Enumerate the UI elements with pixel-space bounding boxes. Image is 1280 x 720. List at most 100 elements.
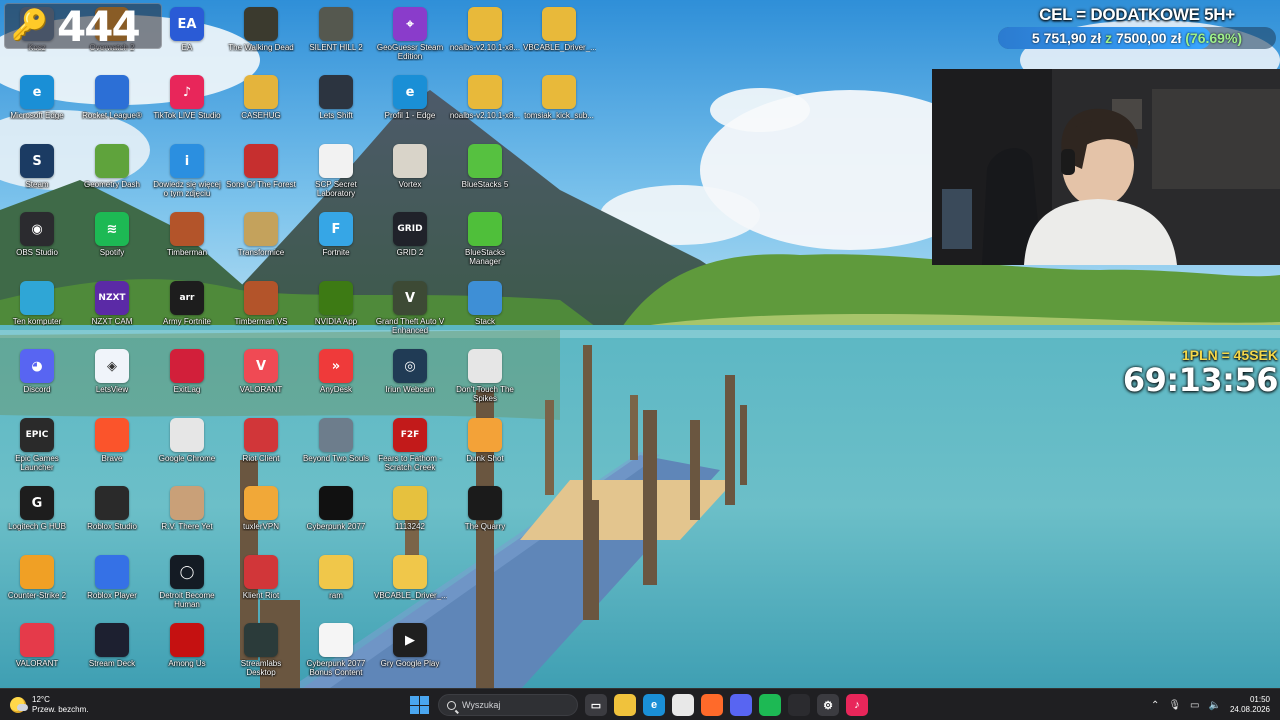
desktop-icon[interactable]: V VALORANT <box>224 346 298 412</box>
taskbar-app-obs[interactable] <box>788 694 810 716</box>
desktop-icon[interactable]: e Microsoft Edge <box>0 72 74 138</box>
desktop-icon[interactable]: Timberman VS <box>224 278 298 344</box>
network-icon[interactable]: ▭ <box>1190 700 1199 711</box>
desktop-icon[interactable]: Timberman <box>150 209 224 275</box>
app-icon <box>244 144 278 178</box>
windows-logo-tile <box>410 705 419 714</box>
desktop-icon[interactable]: VBCABLE_Driver_... <box>373 552 447 618</box>
desktop-icon[interactable]: ◯ Detroit Become Human <box>150 552 224 618</box>
taskbar-app-task-view[interactable]: ▭ <box>585 694 607 716</box>
chevron-up-icon[interactable]: ⌃ <box>1151 700 1159 711</box>
windows-logo-tile <box>420 696 429 705</box>
desktop-icon[interactable]: Dunk Shot <box>448 415 522 481</box>
desktop-icon[interactable]: VBCABLE_Driver_... <box>522 4 596 70</box>
taskbar-app-file-explorer[interactable] <box>614 694 636 716</box>
desktop-icon-label: Army Fortnite <box>162 317 211 326</box>
desktop-icon[interactable]: Vortex <box>373 141 447 207</box>
desktop-icon[interactable]: Brave <box>75 415 149 481</box>
desktop-icon[interactable]: ExitLag <box>150 346 224 412</box>
desktop-icon[interactable]: Counter-Strike 2 <box>0 552 74 618</box>
taskbar-app-settings[interactable]: ⚙ <box>817 694 839 716</box>
desktop-icon[interactable]: e Profil 1 - Edge <box>373 72 447 138</box>
clock-time: 01:50 <box>1249 695 1270 704</box>
desktop-icon-label: Epic Games Launcher <box>15 454 59 472</box>
app-icon <box>319 486 353 520</box>
desktop-icon[interactable]: Cyberpunk 2077 Bonus Content <box>299 620 373 686</box>
volume-icon[interactable]: 🔈 <box>1209 700 1221 711</box>
desktop-icon[interactable]: G Logitech G HUB <box>0 483 74 549</box>
desktop-icon[interactable]: Don't Touch The Spikes <box>448 346 522 412</box>
desktop-icon[interactable]: Klient Riot <box>224 552 298 618</box>
desktop-icon[interactable]: Roblox Studio <box>75 483 149 549</box>
taskbar-app-edge[interactable]: e <box>643 694 665 716</box>
taskbar-app-spotify[interactable] <box>759 694 781 716</box>
desktop-icon[interactable]: 1113242 <box>373 483 447 549</box>
desktop-icon[interactable]: SILENT HILL 2 <box>299 4 373 70</box>
desktop-icon[interactable]: arr Army Fortnite <box>150 278 224 344</box>
start-button[interactable] <box>407 693 431 717</box>
desktop-icon[interactable]: Transformice <box>224 209 298 275</box>
taskbar-search-box[interactable]: Wyszukaj <box>438 694 578 716</box>
system-tray: ⌃ 🎙 ▭ 🔈 01:50 24.08.2026 <box>1151 693 1270 717</box>
desktop-icon[interactable]: F Fortnite <box>299 209 373 275</box>
desktop-icon[interactable]: ♪ TikTok LIVE Studio <box>150 72 224 138</box>
desktop-icon[interactable]: Stack <box>448 278 522 344</box>
desktop-icon[interactable]: NZXT NZXT CAM <box>75 278 149 344</box>
desktop-icon[interactable]: EPIC Epic Games Launcher <box>0 415 74 481</box>
desktop-icon-label: Riot Client <box>242 454 280 463</box>
desktop-icon[interactable]: ◕ Discord <box>0 346 74 412</box>
subathon-timer: 1PLN = 45SEK 69:13:56 <box>1118 347 1279 399</box>
desktop-icon[interactable]: tuxlerVPN <box>224 483 298 549</box>
desktop-icon[interactable]: noalbs-v2.10.1-x8... <box>448 4 522 70</box>
desktop-icon[interactable]: tomsiak_kick_sub... <box>522 72 596 138</box>
taskbar-app-tiktok-live[interactable]: ♪ <box>846 694 868 716</box>
desktop-icon[interactable]: Among Us <box>150 620 224 686</box>
taskbar-app-firefox[interactable] <box>701 694 723 716</box>
desktop-icon[interactable]: The Quarry <box>448 483 522 549</box>
microphone-icon[interactable]: 🎙 <box>1168 700 1181 711</box>
desktop-icon[interactable]: V Grand Theft Auto V Enhanced <box>373 278 447 344</box>
desktop-icon[interactable]: VALORANT <box>0 620 74 686</box>
desktop-icon[interactable]: Ten komputer <box>0 278 74 344</box>
desktop-icon[interactable]: Lets Shift <box>299 72 373 138</box>
desktop-icon[interactable]: Cyberpunk 2077 <box>299 483 373 549</box>
desktop-icon-label: Fortnite <box>322 248 350 257</box>
app-icon: G <box>20 486 54 520</box>
desktop-icon[interactable]: ▶ Gry Google Play <box>373 620 447 686</box>
desktop-icon[interactable]: noalbs-v2.10.1-x8... <box>448 72 522 138</box>
desktop-icon[interactable]: BlueStacks Manager <box>448 209 522 275</box>
desktop-icon[interactable]: Rocket League® <box>75 72 149 138</box>
desktop-icon[interactable]: ◎ Iriun Webcam <box>373 346 447 412</box>
desktop-icon[interactable]: SCP Secret Laboratory <box>299 141 373 207</box>
taskbar-app-discord[interactable] <box>730 694 752 716</box>
desktop-icon[interactable]: ◉ OBS Studio <box>0 209 74 275</box>
weather-widget[interactable]: 12°C Przew. bezchm. <box>10 693 88 717</box>
desktop-icon[interactable]: S Steam <box>0 141 74 207</box>
app-icon <box>393 555 427 589</box>
desktop-icon[interactable]: Geometry Dash <box>75 141 149 207</box>
desktop-icon[interactable]: Streamlabs Desktop <box>224 620 298 686</box>
desktop-icon[interactable]: ◈ LetsView <box>75 346 149 412</box>
app-icon: NZXT <box>95 281 129 315</box>
desktop-icon[interactable]: BlueStacks 5 <box>448 141 522 207</box>
desktop-icon[interactable]: i Dowiedz się więcej o tym zdjęciu <box>150 141 224 207</box>
desktop-icon-label: Counter-Strike 2 <box>7 591 67 600</box>
desktop-icon[interactable]: CASEHUG <box>224 72 298 138</box>
desktop-icon[interactable]: Stream Deck <box>75 620 149 686</box>
desktop-icon[interactable]: Beyond Two Souls <box>299 415 373 481</box>
desktop-icon[interactable]: The Walking Dead <box>224 4 298 70</box>
desktop-icon[interactable]: » AnyDesk <box>299 346 373 412</box>
desktop-icon[interactable]: Roblox Player <box>75 552 149 618</box>
desktop-icon[interactable]: Google Chrome <box>150 415 224 481</box>
taskbar-clock[interactable]: 01:50 24.08.2026 <box>1230 695 1270 715</box>
desktop-icon[interactable]: GRID GRID 2 <box>373 209 447 275</box>
desktop-icon[interactable]: Sons Of The Forest <box>224 141 298 207</box>
desktop-icon[interactable]: NVIDIA App <box>299 278 373 344</box>
desktop-icon[interactable]: F2F Fears to Fathom - Scratch Creek <box>373 415 447 481</box>
desktop-icon[interactable]: ram <box>299 552 373 618</box>
desktop-icon[interactable]: Riot Client <box>224 415 298 481</box>
taskbar-app-store[interactable] <box>672 694 694 716</box>
desktop-icon[interactable]: ≋ Spotify <box>75 209 149 275</box>
desktop-icon[interactable]: R.V. There Yet <box>150 483 224 549</box>
desktop-icon[interactable]: ⌖ GeoGuessr Steam Edition <box>373 4 447 70</box>
